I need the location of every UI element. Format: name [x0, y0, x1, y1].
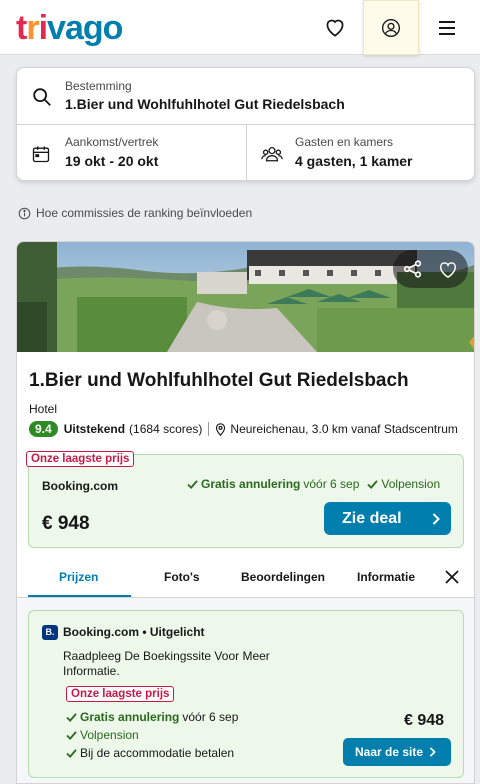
rating-location-row: 9.4 Uitstekend (1684 scores) Neureichena…: [29, 420, 469, 438]
trivago-logo[interactable]: trivago: [16, 9, 123, 47]
people-icon: [261, 144, 283, 169]
free-cancellation-label: Gratis annulering: [80, 710, 180, 724]
hotel-photo[interactable]: [17, 242, 474, 352]
chevron-right-icon: [429, 747, 436, 757]
destination-value: 1.Bier und Wohlfuhlhotel Gut Riedelsbach: [65, 96, 345, 112]
dates-value: 19 okt - 20 okt: [65, 153, 159, 169]
tab-photos[interactable]: Foto's: [164, 570, 200, 584]
view-deal-label: Zie deal: [342, 509, 402, 527]
destination-field[interactable]: Bestemming 1.Bier und Wohlfuhlhotel Gut …: [17, 68, 474, 125]
go-to-site-button[interactable]: Naar de site: [343, 738, 451, 766]
user-circle-icon: [382, 19, 400, 37]
share-icon[interactable]: [403, 260, 423, 283]
hotel-tabs: Prijzen Foto's Beoordelingen Informatie: [17, 560, 474, 598]
dates-field[interactable]: Aankomst/vertrek 19 okt - 20 okt: [17, 125, 247, 182]
check-icon: [66, 712, 77, 722]
active-tab-indicator: [28, 595, 131, 597]
calendar-icon: [31, 144, 51, 169]
favorite-heart-icon[interactable]: [437, 259, 459, 284]
divider: [208, 422, 210, 436]
featured-offer[interactable]: B. Booking.com • Uitgelicht Raadpleeg De…: [28, 610, 464, 778]
rating-label: Uitstekend: [63, 422, 126, 436]
rating-score-badge: 9.4: [29, 421, 58, 437]
lowest-price-badge: Onze laagste prijs: [26, 451, 135, 467]
full-board-label: Volpension: [80, 728, 139, 742]
tab-reviews[interactable]: Beoordelingen: [241, 570, 325, 584]
full-board-perk: Volpension: [367, 477, 440, 491]
booking-logo-icon: B.: [42, 625, 58, 640]
check-icon: [66, 748, 77, 758]
commission-text: Hoe commissies de ranking beïnvloeden: [36, 206, 253, 220]
offer-title: Booking.com • Uitgelicht: [63, 625, 205, 639]
location-pin-icon: [216, 422, 226, 436]
guests-label: Gasten en kamers: [295, 135, 394, 149]
hotel-location[interactable]: Neureichenau, 3.0 km vanaf Stadscentrum: [230, 422, 457, 436]
offer-price: € 948: [404, 712, 445, 729]
hotel-card: 1.Bier und Wohlfuhlhotel Gut Riedelsbach…: [16, 241, 475, 784]
guests-value: 4 gasten, 1 kamer: [295, 153, 413, 169]
accommodation-type: Hotel: [29, 402, 58, 416]
pay-at-property-label: Bij de accommodatie betalen: [80, 746, 235, 760]
dates-label: Aankomst/vertrek: [65, 135, 159, 149]
deal-price: € 948: [42, 513, 90, 534]
destination-label: Bestemming: [65, 79, 132, 93]
free-cancellation-perk: Gratis annulering vóór 6 sep: [66, 708, 238, 726]
full-board-perk: Volpension: [66, 726, 238, 744]
tab-prices[interactable]: Prijzen: [59, 570, 98, 584]
cancellation-date: vóór 6 sep: [303, 477, 360, 491]
check-icon: [66, 730, 77, 740]
search-icon: [31, 86, 53, 113]
offer-description: Raadpleeg De Boekingssite Voor Meer Info…: [63, 649, 270, 678]
tab-info[interactable]: Informatie: [357, 570, 415, 584]
chevron-right-icon: [432, 512, 440, 525]
close-icon[interactable]: [445, 570, 459, 589]
check-icon: [187, 479, 198, 489]
hamburger-menu-icon[interactable]: [436, 17, 458, 39]
heart-icon[interactable]: [322, 14, 348, 40]
full-board-label: Volpension: [381, 477, 441, 491]
go-to-site-label: Naar de site: [355, 745, 424, 759]
deal-perks: Gratis annulering vóór 6 sep Volpension: [187, 477, 440, 491]
guests-field[interactable]: Gasten en kamers 4 gasten, 1 kamer: [247, 125, 476, 182]
search-form: Bestemming 1.Bier und Wohlfuhlhotel Gut …: [16, 67, 476, 182]
offer-perks: Gratis annulering vóór 6 sep Volpension …: [66, 708, 238, 762]
info-icon: [18, 207, 31, 219]
lowest-price-badge: Onze laagste prijs: [66, 686, 175, 702]
rating-count[interactable]: (1684 scores): [129, 422, 202, 436]
check-icon: [367, 479, 379, 489]
commission-info-link[interactable]: Hoe commissies de ranking beïnvloeden: [18, 206, 252, 220]
deal-provider: Booking.com: [42, 479, 119, 493]
hotel-name[interactable]: 1.Bier und Wohlfuhlhotel Gut Riedelsbach: [29, 370, 409, 392]
pay-at-property-perk: Bij de accommodatie betalen: [66, 744, 238, 762]
view-deal-button[interactable]: Zie deal: [324, 502, 451, 535]
free-cancellation-perk: Gratis annulering vóór 6 sep: [187, 477, 359, 491]
top-deal[interactable]: Booking.com Gratis annulering vóór 6 sep…: [28, 454, 464, 548]
photo-actions: [393, 250, 468, 288]
account-button[interactable]: [363, 0, 419, 55]
free-cancellation-label: Gratis annulering: [201, 477, 301, 491]
cancellation-date: vóór 6 sep: [182, 710, 239, 724]
top-bar: trivago: [0, 0, 480, 55]
